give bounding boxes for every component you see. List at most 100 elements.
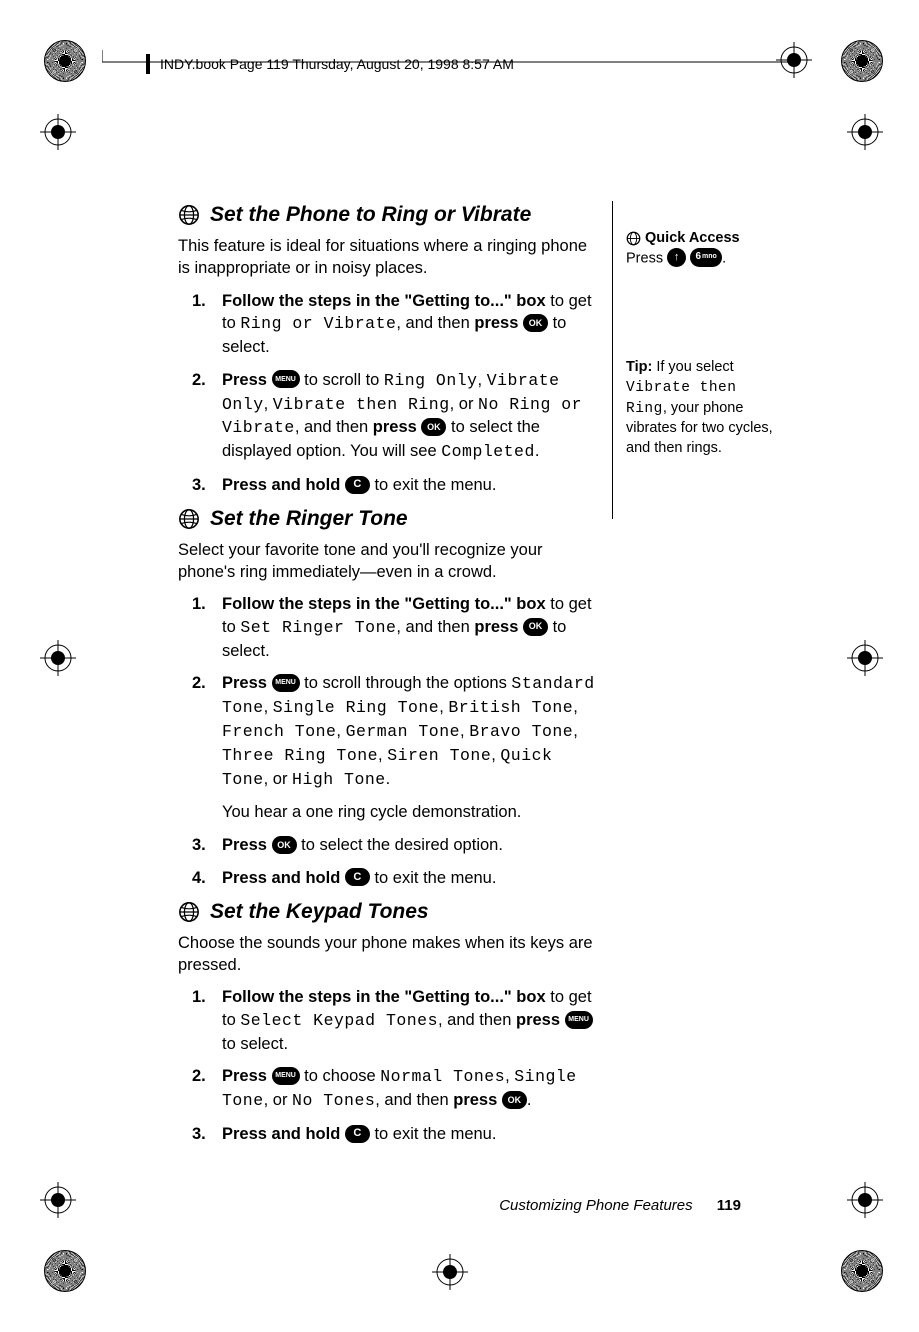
steps-list: 1. Follow the steps in the "Getting to..…: [178, 593, 598, 791]
six-key-icon: [690, 248, 722, 267]
step-text: , or: [264, 1091, 292, 1109]
step-text: ,: [573, 698, 578, 716]
running-header-text: INDY.book Page 119 Thursday, August 20, …: [160, 56, 514, 72]
step-text: .: [527, 1091, 532, 1109]
header-decoration-icon: [146, 54, 150, 74]
section-heading: Set the Keypad Tones: [178, 900, 598, 924]
phone-display-text: High Tone: [292, 770, 386, 789]
step-text: Follow the steps in the "Getting to..." …: [222, 988, 546, 1006]
crop-rosette-icon: [44, 1250, 86, 1292]
crop-rosette-icon: [841, 40, 883, 82]
footer-title: Customizing Phone Features: [499, 1197, 692, 1214]
registration-mark-icon: [847, 640, 883, 676]
phone-display-text: Select Keypad Tones: [240, 1011, 438, 1030]
menu-key-icon: [272, 370, 300, 388]
page-number: 119: [717, 1197, 741, 1214]
step-text: press: [453, 1091, 502, 1109]
ok-key-icon: [272, 836, 297, 854]
c-key-icon: [345, 1125, 370, 1143]
phone-display-text: Completed: [441, 442, 535, 461]
up-arrow-key-icon: [667, 248, 686, 267]
step-text: to scroll through the options: [300, 674, 512, 692]
quick-access-text: .: [722, 250, 726, 266]
step-item: 1. Follow the steps in the "Getting to..…: [222, 290, 598, 359]
phone-display-text: French Tone: [222, 722, 336, 741]
phone-display-text: Bravo Tone: [469, 722, 573, 741]
demo-note: You hear a one ring cycle demonstration.: [178, 801, 598, 824]
main-column: Set the Phone to Ring or Vibrate This fe…: [178, 193, 598, 1156]
page-footer: Customizing Phone Features 119: [499, 1197, 741, 1214]
steps-list: 1. Follow the steps in the "Getting to..…: [178, 290, 598, 497]
step-text: Press: [222, 1067, 272, 1085]
step-item: 3. Press and hold to exit the menu.: [222, 474, 598, 497]
step-item: 3. Press and hold to exit the menu.: [222, 1123, 598, 1146]
registration-mark-icon: [40, 640, 76, 676]
registration-mark-icon: [847, 1182, 883, 1218]
quick-access-label: Quick Access: [645, 230, 740, 246]
step-text: press: [373, 418, 422, 436]
step-text: Press: [222, 674, 272, 692]
step-item: 4. Press and hold to exit the menu.: [222, 867, 598, 890]
step-text: , and then: [438, 1011, 516, 1029]
steps-list: 1. Follow the steps in the "Getting to..…: [178, 986, 598, 1146]
phone-display-text: Vibrate then Ring: [273, 395, 450, 414]
step-text: ,: [439, 698, 448, 716]
step-text: , and then: [396, 314, 474, 332]
crop-rosette-icon: [44, 40, 86, 82]
section-intro: Choose the sounds your phone makes when …: [178, 932, 598, 977]
step-text: press: [474, 314, 523, 332]
section-title: Set the Keypad Tones: [210, 900, 429, 924]
step-text: ,: [336, 722, 345, 740]
phone-display-text: Normal Tones: [380, 1067, 505, 1086]
step-text: Press and hold: [222, 1125, 345, 1143]
step-text: Follow the steps in the "Getting to..." …: [222, 292, 546, 310]
step-text: to choose: [300, 1067, 381, 1085]
step-text: ,: [478, 371, 487, 389]
step-text: ,: [505, 1067, 514, 1085]
ok-key-icon: [502, 1091, 527, 1109]
step-text: ,: [264, 395, 273, 413]
menu-key-icon: [272, 674, 300, 692]
quick-access-block: Quick Access Press .: [626, 229, 774, 268]
step-text: to exit the menu.: [370, 1125, 497, 1143]
quick-access-text: Press: [626, 250, 667, 266]
step-text: ,: [264, 698, 273, 716]
step-number: 3.: [192, 1123, 206, 1146]
ok-key-icon: [421, 418, 446, 436]
step-text: Press: [222, 371, 272, 389]
step-item: 2. Press to scroll through the options S…: [222, 672, 598, 791]
step-text: to scroll to: [300, 371, 384, 389]
section-heading: Set the Phone to Ring or Vibrate: [178, 203, 598, 227]
globe-icon: [626, 231, 641, 246]
crop-rosette-icon: [841, 1250, 883, 1292]
step-text: press: [474, 618, 523, 636]
step-number: 4.: [192, 867, 206, 890]
step-number: 1.: [192, 290, 206, 313]
section-title: Set the Ringer Tone: [210, 507, 408, 531]
section-intro: This feature is ideal for situations whe…: [178, 235, 598, 280]
tip-label: Tip:: [626, 359, 652, 375]
step-text: to select.: [222, 1035, 288, 1053]
step-number: 3.: [192, 474, 206, 497]
step-text: , and then: [295, 418, 373, 436]
step-text: ,: [378, 746, 387, 764]
step-text: .: [386, 770, 391, 788]
step-text: press: [516, 1011, 565, 1029]
step-text: to select the desired option.: [297, 836, 503, 854]
step-text: , and then: [375, 1091, 453, 1109]
step-item: 3. Press to select the desired option.: [222, 834, 598, 857]
registration-mark-icon: [40, 1182, 76, 1218]
step-text: ,: [460, 722, 469, 740]
tip-block: Tip: If you select Vibrate then Ring, yo…: [626, 358, 774, 458]
phone-display-text: No Tones: [292, 1091, 375, 1110]
steps-list: 3. Press to select the desired option. 4…: [178, 834, 598, 890]
phone-display-text: Set Ringer Tone: [240, 618, 396, 637]
menu-key-icon: [272, 1067, 300, 1085]
registration-mark-icon: [847, 114, 883, 150]
registration-mark-icon: [40, 114, 76, 150]
step-text: to exit the menu.: [370, 869, 497, 887]
phone-display-text: Ring or Vibrate: [240, 314, 396, 333]
section-heading: Set the Ringer Tone: [178, 507, 598, 531]
step-item: 1. Follow the steps in the "Getting to..…: [222, 986, 598, 1055]
globe-icon: [178, 204, 200, 226]
